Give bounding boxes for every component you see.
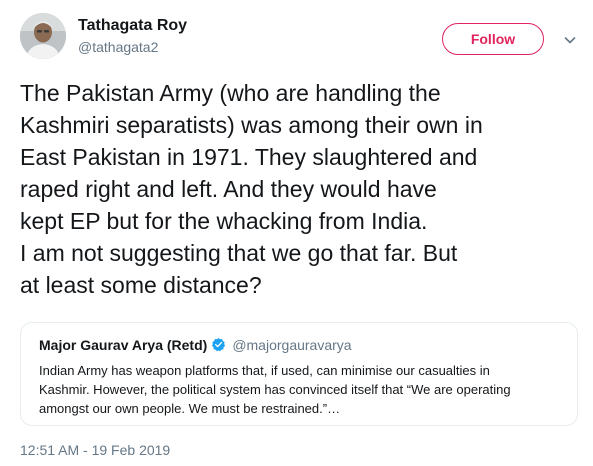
author-name[interactable]: Tathagata Roy xyxy=(78,17,187,35)
quoted-text-line: Kashmir. However, the political system h… xyxy=(39,382,511,397)
tweet-text-line: I am not suggesting that we go that far.… xyxy=(20,240,458,266)
quoted-tweet-text: Indian Army has weapon platforms that, i… xyxy=(39,361,564,418)
quoted-tweet-header: Major Gaurav Arya (Retd) @majorgauravary… xyxy=(39,337,352,353)
tweet-text-line: Kashmiri separatists) was among their ow… xyxy=(20,112,483,138)
tweet-text-line: at least some distance? xyxy=(20,272,262,298)
tweet-text: The Pakistan Army (who are handling the … xyxy=(20,77,580,301)
chevron-down-icon[interactable] xyxy=(563,33,577,47)
author-handle[interactable]: @tathagata2 xyxy=(78,39,158,55)
user-avatar-icon xyxy=(20,13,66,59)
quoted-author-handle: @majorgauravarya xyxy=(232,337,352,353)
tweet-text-line: East Pakistan in 1971. They slaughtered … xyxy=(20,144,478,170)
tweet-text-line: The Pakistan Army (who are handling the xyxy=(20,80,441,106)
tweet-text-line: raped right and left. And they would hav… xyxy=(20,176,437,202)
tweet-card: Tathagata Roy @tathagata2 Follow The Pak… xyxy=(0,0,593,466)
tweet-text-line: kept EP but for the whacking from India. xyxy=(20,208,428,234)
tweet-timestamp[interactable]: 12:51 AM - 19 Feb 2019 xyxy=(20,442,170,458)
verified-badge-icon xyxy=(212,337,226,352)
follow-button[interactable]: Follow xyxy=(442,23,544,55)
quoted-text-line: Indian Army has weapon platforms that, i… xyxy=(39,363,490,378)
quoted-author-name: Major Gaurav Arya (Retd) xyxy=(39,337,208,353)
quoted-text-line: amongst our own people. We must be restr… xyxy=(39,401,341,416)
quoted-tweet[interactable]: Major Gaurav Arya (Retd) @majorgauravary… xyxy=(20,322,578,426)
author-avatar[interactable] xyxy=(20,13,66,59)
